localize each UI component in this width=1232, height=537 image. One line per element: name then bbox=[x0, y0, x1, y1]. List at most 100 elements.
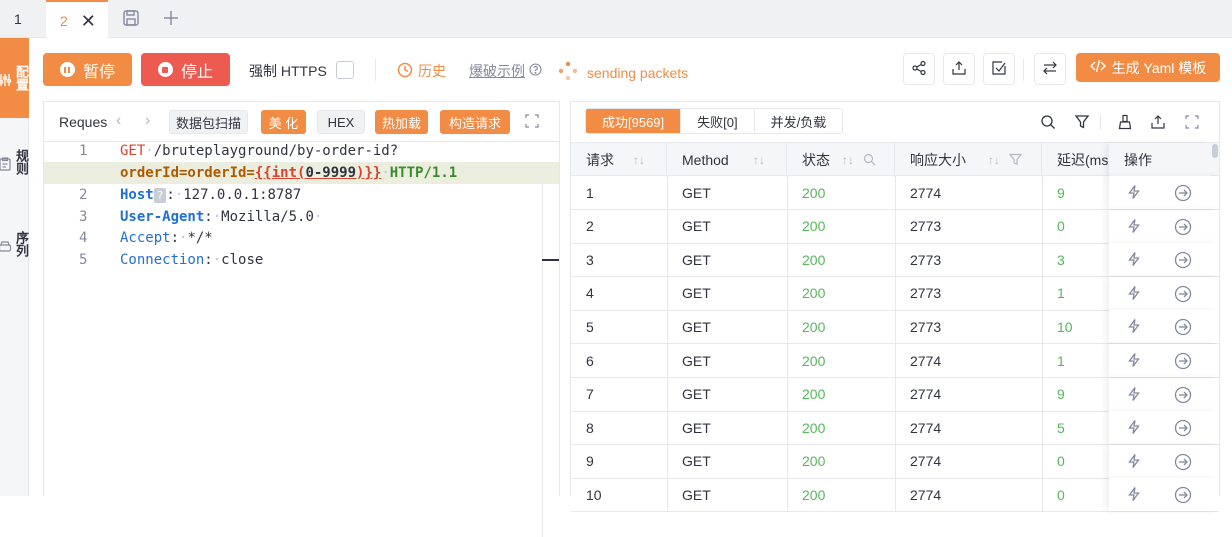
column-divider bbox=[667, 176, 668, 209]
cell-request-id: 10 bbox=[586, 486, 602, 503]
table-row[interactable]: 5 GET 200 2773 10 bbox=[571, 310, 1219, 345]
column-divider bbox=[895, 411, 896, 445]
tab-2[interactable]: 2 ✕ bbox=[46, 0, 108, 39]
rail-item-sequence[interactable]: 序列 bbox=[0, 210, 29, 278]
arrow-circle-icon[interactable] bbox=[1174, 352, 1192, 373]
hex-button[interactable]: HEX bbox=[317, 110, 365, 134]
chevron-left-icon[interactable]: ‹ bbox=[116, 112, 121, 130]
divider bbox=[375, 59, 376, 81]
arrow-circle-icon[interactable] bbox=[1174, 285, 1192, 306]
arrow-circle-icon[interactable] bbox=[1174, 184, 1192, 205]
arrow-circle-icon[interactable] bbox=[1174, 486, 1192, 507]
share-icon bbox=[911, 60, 927, 79]
column-divider bbox=[895, 209, 896, 243]
upload-icon[interactable] bbox=[1147, 111, 1169, 133]
tab-concurrency[interactable]: 并发/负载 bbox=[755, 109, 843, 133]
packet-scan-button[interactable]: 数据包扫描 bbox=[169, 110, 248, 134]
rail-item-config[interactable]: 配置 bbox=[0, 38, 29, 118]
table-row[interactable]: 2 GET 200 2773 0 bbox=[571, 209, 1219, 244]
lightning-icon[interactable] bbox=[1126, 386, 1142, 405]
pause-button[interactable]: 暂停 bbox=[43, 53, 132, 86]
code-line: User-Agent:·Mozilla/5.0· bbox=[120, 209, 323, 225]
row-actions bbox=[1109, 176, 1219, 209]
request-editor[interactable]: 1 GET·/bruteplayground/by-order-id? orde… bbox=[44, 142, 559, 537]
arrow-circle-icon[interactable] bbox=[1174, 318, 1192, 339]
lightning-icon[interactable] bbox=[1126, 285, 1142, 304]
cell-method: GET bbox=[682, 352, 711, 369]
clean-icon[interactable] bbox=[1114, 111, 1136, 133]
arrow-circle-icon[interactable] bbox=[1174, 218, 1192, 239]
table-row[interactable]: 6 GET 200 2774 1 bbox=[571, 344, 1219, 378]
lightning-icon[interactable] bbox=[1126, 352, 1142, 371]
filter-icon[interactable] bbox=[1008, 153, 1023, 169]
sort-icon[interactable]: ↑↓ bbox=[842, 153, 854, 167]
upload-icon bbox=[951, 60, 967, 79]
results-scrollbar[interactable] bbox=[1211, 142, 1219, 497]
lightning-icon[interactable] bbox=[1126, 218, 1142, 237]
arrow-circle-icon[interactable] bbox=[1174, 251, 1192, 272]
arrow-circle-icon[interactable] bbox=[1174, 453, 1192, 474]
column-divider bbox=[895, 444, 896, 478]
filter-icon[interactable] bbox=[1071, 111, 1093, 133]
table-row[interactable]: 3 GET 200 2773 3 bbox=[571, 243, 1219, 278]
table-row[interactable]: 8 GET 200 2774 5 bbox=[571, 411, 1219, 446]
table-row[interactable]: 4 GET 200 2773 1 bbox=[571, 276, 1219, 311]
stop-button[interactable]: 停止 bbox=[141, 53, 230, 86]
rail-item-rules[interactable]: 规则 bbox=[0, 128, 29, 196]
table-row[interactable]: 7 GET 200 2774 9 bbox=[571, 377, 1219, 412]
lightning-icon[interactable] bbox=[1126, 318, 1142, 337]
brute-example-link[interactable]: 爆破示例 bbox=[469, 61, 542, 81]
tab-success[interactable]: 成功[9569] bbox=[586, 109, 682, 133]
header-key: User-Agent bbox=[120, 209, 205, 225]
history-button[interactable]: 历史 bbox=[397, 61, 446, 81]
arrow-circle-icon[interactable] bbox=[1174, 386, 1192, 407]
pause-label: 暂停 bbox=[82, 63, 115, 81]
import-button[interactable] bbox=[983, 53, 1015, 85]
fuzz-open: {{int( bbox=[254, 165, 306, 181]
col-method[interactable]: Method bbox=[667, 143, 787, 177]
expand-icon[interactable] bbox=[1181, 111, 1203, 133]
sort-icon[interactable]: ↑↓ bbox=[988, 153, 1000, 167]
tab-failed[interactable]: 失败[0] bbox=[681, 109, 755, 133]
construct-request-button[interactable]: 构造请求 bbox=[440, 110, 510, 134]
col-delay[interactable]: 延迟(ms bbox=[1042, 143, 1109, 177]
table-row[interactable]: 9 GET 200 2774 0 bbox=[571, 444, 1219, 479]
export-button[interactable] bbox=[943, 53, 975, 85]
lightning-icon[interactable] bbox=[1126, 251, 1142, 270]
chevron-right-icon[interactable]: › bbox=[145, 112, 150, 130]
arrow-circle-icon[interactable] bbox=[1174, 419, 1192, 440]
column-divider bbox=[895, 377, 896, 411]
search-icon[interactable] bbox=[863, 153, 876, 169]
hot-load-button[interactable]: 热加载 bbox=[375, 110, 428, 134]
col-request[interactable]: 请求 bbox=[571, 143, 667, 177]
save-icon[interactable] bbox=[122, 9, 142, 29]
swap-button[interactable] bbox=[1034, 53, 1066, 85]
table-row[interactable]: 1 GET 200 2774 9 bbox=[571, 176, 1219, 210]
lightning-icon[interactable] bbox=[1126, 419, 1142, 438]
col-status[interactable]: 状态 bbox=[787, 143, 895, 177]
code-line: orderId=orderId={{int(0-9999)}}·HTTP/1.1 bbox=[120, 165, 458, 181]
lightning-icon[interactable] bbox=[1126, 453, 1142, 472]
expand-icon[interactable] bbox=[525, 114, 539, 131]
editor-gutter-line bbox=[542, 182, 543, 537]
lightning-icon[interactable] bbox=[1126, 184, 1142, 203]
add-tab-icon[interactable] bbox=[162, 9, 182, 29]
loading-dots-icon bbox=[558, 61, 578, 84]
header-value: */* bbox=[187, 230, 213, 246]
search-icon[interactable] bbox=[1037, 111, 1059, 133]
cell-size: 2773 bbox=[910, 251, 942, 268]
generate-yaml-button[interactable]: 生成 Yaml 模板 bbox=[1076, 53, 1220, 82]
share-button[interactable] bbox=[903, 53, 935, 85]
sort-icon[interactable]: ↑↓ bbox=[633, 153, 645, 167]
sort-icon[interactable]: ↑↓ bbox=[753, 153, 765, 167]
table-row[interactable]: 10 GET 200 2774 0 bbox=[571, 478, 1219, 513]
cell-status: 200 bbox=[802, 184, 826, 201]
column-divider bbox=[667, 377, 668, 411]
close-icon[interactable]: ✕ bbox=[81, 12, 96, 30]
line-number: 1 bbox=[79, 143, 88, 159]
scrollbar-thumb[interactable] bbox=[1212, 144, 1218, 158]
tab-1[interactable]: 1 bbox=[0, 0, 46, 38]
force-https-checkbox[interactable] bbox=[336, 61, 354, 79]
beautify-button[interactable]: 美 化 bbox=[261, 110, 306, 134]
host-info-badge[interactable]: ? bbox=[153, 188, 167, 203]
